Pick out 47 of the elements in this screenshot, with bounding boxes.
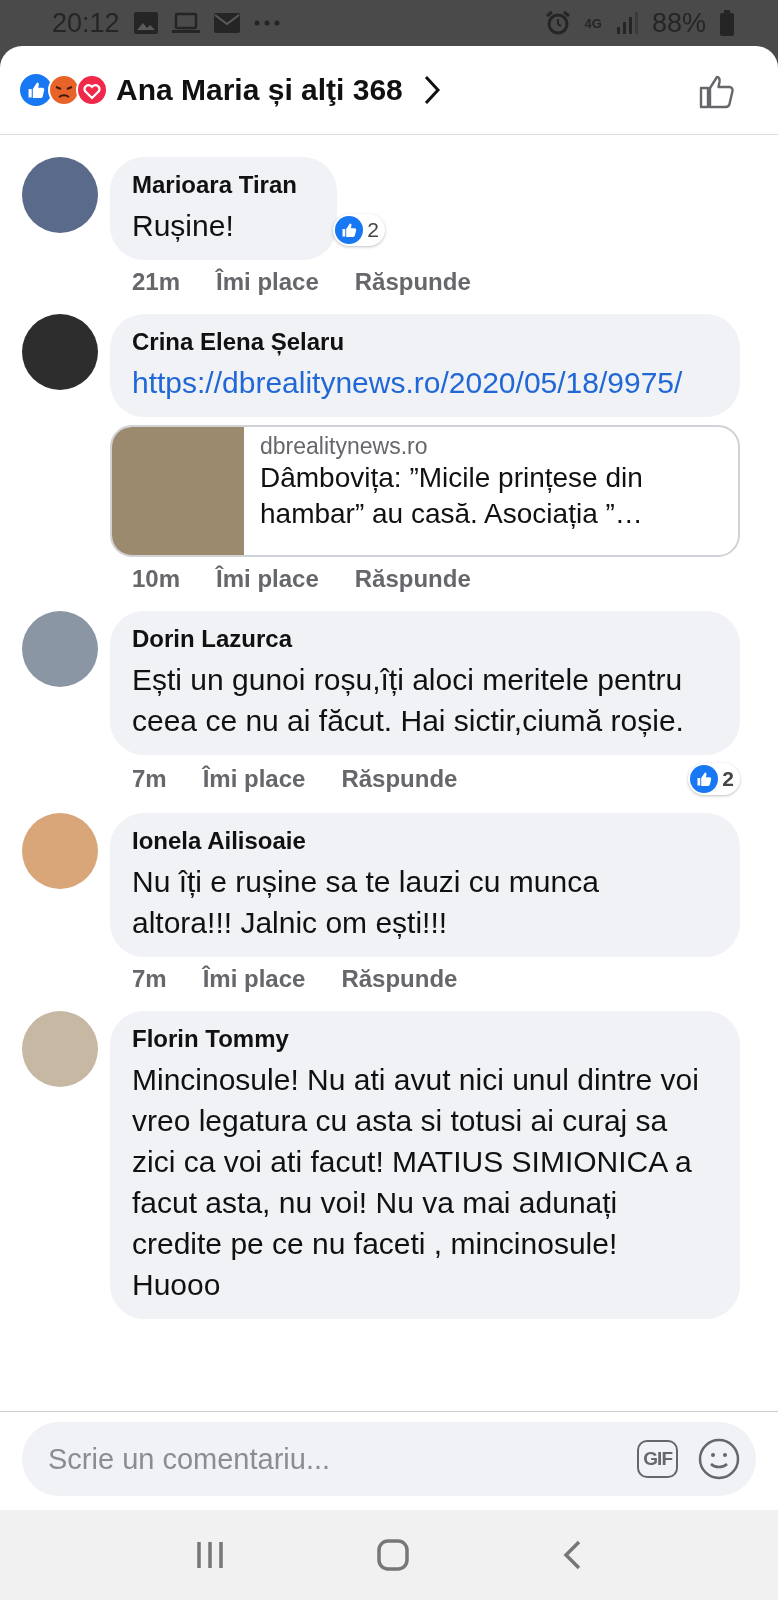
reaction-count[interactable]: 2: [333, 214, 385, 246]
gif-button[interactable]: GIF: [637, 1440, 678, 1478]
comment-text: Nu îți e rușine sa te lauzi cu munca altora!!! Jalnic om ești!!!: [132, 864, 600, 941]
heart-reaction-icon: [76, 74, 108, 106]
reply-link[interactable]: Răspunde: [341, 965, 458, 993]
author-name[interactable]: Marioara Tiran: [132, 171, 297, 199]
alarm-icon: [544, 10, 571, 36]
recent-apps-icon[interactable]: [196, 1540, 225, 1570]
reply-link[interactable]: Răspunde: [341, 765, 458, 793]
like-link[interactable]: Îmi place: [216, 268, 319, 296]
link-domain: dbrealitynews.ro: [260, 433, 429, 460]
comment-time: 21m: [132, 268, 181, 296]
like-reaction-icon: [690, 765, 719, 793]
author-name[interactable]: Dorin Lazurca: [132, 625, 700, 653]
comment-input-field[interactable]: Scrie un comentariu... GIF: [22, 1422, 756, 1496]
back-icon[interactable]: [561, 1539, 582, 1571]
reactions-summary[interactable]: Ana Maria și alţi 368: [116, 73, 403, 107]
comment-time: 10m: [132, 565, 181, 593]
laptop-icon: [171, 12, 200, 34]
like-link[interactable]: Îmi place: [202, 765, 306, 793]
chevron-right-icon[interactable]: [422, 74, 441, 106]
like-reaction-icon: [20, 74, 52, 106]
angry-reaction-icon: [48, 74, 80, 106]
signal-icon: [615, 12, 638, 34]
comment-link[interactable]: https://dbrealitynews.ro/2020/05/18/9975/: [132, 362, 700, 403]
like-reaction-icon: [335, 216, 364, 244]
reply-link[interactable]: Răspunde: [354, 565, 471, 593]
link-title: Dâmbovița: ”Micile prințese din hambar” au casă. Asociația ”…: [260, 461, 644, 531]
home-icon[interactable]: [377, 1539, 409, 1571]
author-name[interactable]: Crina Elena Șelaru: [132, 328, 700, 356]
more-icon: [253, 20, 280, 26]
comment-time: 7m: [132, 765, 167, 793]
author-name[interactable]: Ionela Ailisoaie: [132, 827, 700, 855]
image-icon: [133, 12, 158, 34]
comment-text: Rușine!: [132, 208, 235, 244]
battery-icon: [720, 10, 734, 36]
link-preview-card[interactable]: dbrealitynews.ro Dâmbovița: ”Micile prințese din hambar” au casă. Asociația ”…: [110, 425, 740, 557]
author-name[interactable]: Florin Tommy: [132, 1025, 700, 1053]
mail-icon: [213, 13, 240, 33]
like-link[interactable]: Îmi place: [216, 565, 319, 593]
reply-link[interactable]: Răspunde: [354, 268, 471, 296]
like-link[interactable]: Îmi place: [202, 965, 306, 993]
comment-text: Ești un gunoi roșu,îți aloci meritele pentru ceea ce nu ai făcut. Hai sictir,ciumă roșie.: [132, 662, 685, 739]
comment-time: 7m: [132, 965, 167, 993]
reaction-count[interactable]: 2: [688, 763, 740, 795]
comment-text: Mincinosule! Nu ati avut nici unul dintre voi vreo legatura cu asta si totusi ai curaj sa zici ca voi ati facut! MATIUS SIMIONICA a facut asta, nu voi! Nu va mai adunați credite pe ce nu faceti , mincinosule! Huooo: [132, 1062, 700, 1303]
emoji-icon[interactable]: [698, 1438, 740, 1480]
